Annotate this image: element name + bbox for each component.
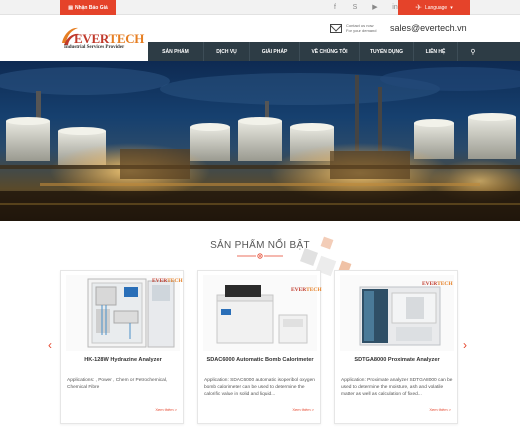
facebook-icon[interactable]: f [330, 2, 340, 12]
contact-email-link[interactable]: sales@evertech.vn [390, 23, 467, 33]
product-name[interactable]: SDAC6000 Automatic Bomb Calorimeter [198, 357, 322, 363]
main-nav: SẢN PHẨM DỊCH VỤ GIẢI PHÁP VỀ CHÚNG TÔI … [148, 42, 520, 61]
mail-icon [330, 23, 342, 33]
product-card[interactable]: EVERTECH SDAC6000 Automatic Bomb Calorim… [197, 270, 322, 424]
product-card[interactable]: EVERTECH SDTGA8000 Proximate Analyzer Ap… [334, 270, 458, 424]
product-name[interactable]: HK-128W Hydrazine Analyzer [61, 357, 185, 363]
featured-products-title: SẢN PHẨM NỔI BẬT [210, 240, 310, 251]
product-description: Applications: , Power , Chem or Petroche… [67, 378, 168, 390]
globe-icon: ✈ [415, 3, 422, 12]
evertech-watermark-logo: EVERTECH [291, 287, 322, 293]
product-card[interactable]: HK-128W Hydrazine Analyzer Applications:… [60, 270, 184, 424]
language-label: Language [424, 4, 448, 11]
read-more-link[interactable]: Xem thêm > [429, 407, 451, 412]
contact-caption: Contact us now For your demand [346, 23, 377, 33]
nav-item-services[interactable]: DỊCH VỤ [204, 42, 250, 61]
request-quote-button[interactable]: ▤ Nhận Báo Giá [60, 0, 116, 15]
title-divider [237, 253, 283, 259]
nav-item-products[interactable]: SẢN PHẨM [148, 42, 204, 61]
nav-item-contact[interactable]: LIÊN HỆ [414, 42, 458, 61]
product-image-proximate-analyzer: EVERTECH [340, 275, 454, 351]
contact-box: Contact us now For your demand sales@eve… [330, 23, 467, 33]
product-name[interactable]: SDTGA8000 Proximate Analyzer [335, 357, 459, 363]
search-icon[interactable]: ⚲ [458, 42, 488, 61]
product-description: Application: SDAC6000 automatic isoperib… [204, 378, 315, 397]
read-more-link[interactable]: Xem thêm > [292, 407, 314, 412]
nav-item-about[interactable]: VỀ CHÚNG TÔI [300, 42, 360, 61]
skype-icon[interactable]: S [350, 2, 360, 12]
logo-tagline: Industrial Services Provider [64, 45, 125, 50]
request-quote-label: Nhận Báo Giá [74, 4, 108, 11]
evertech-watermark-logo: EVERTECH [152, 278, 183, 284]
site-logo[interactable]: EVERTECH Industrial Services Provider [58, 21, 144, 57]
read-more-link[interactable]: Xem thêm > [155, 407, 177, 412]
nav-item-solutions[interactable]: GIẢI PHÁP [250, 42, 300, 61]
nav-item-careers[interactable]: TUYỂN DỤNG [360, 42, 414, 61]
hero-banner-image [0, 61, 520, 221]
chevron-down-icon: ▾ [450, 4, 453, 11]
carousel-prev-button[interactable]: ‹ [48, 338, 52, 352]
youtube-icon[interactable]: ▶ [370, 2, 380, 12]
carousel-next-button[interactable]: › [463, 338, 467, 352]
product-image-hydrazine-analyzer [66, 275, 180, 351]
language-selector[interactable]: ✈ Language ▾ [398, 0, 470, 15]
document-icon: ▤ [68, 4, 73, 11]
top-bar: ▤ Nhận Báo Giá f S ▶ in ✈ Language ▾ [0, 0, 520, 15]
product-description: Application: Proximate analyzer SDTGA800… [341, 378, 453, 397]
evertech-watermark-logo: EVERTECH [422, 281, 453, 287]
refinery-night-image [0, 67, 520, 221]
product-image-bomb-calorimeter: EVERTECH [203, 275, 322, 351]
social-links: f S ▶ in [330, 2, 400, 12]
